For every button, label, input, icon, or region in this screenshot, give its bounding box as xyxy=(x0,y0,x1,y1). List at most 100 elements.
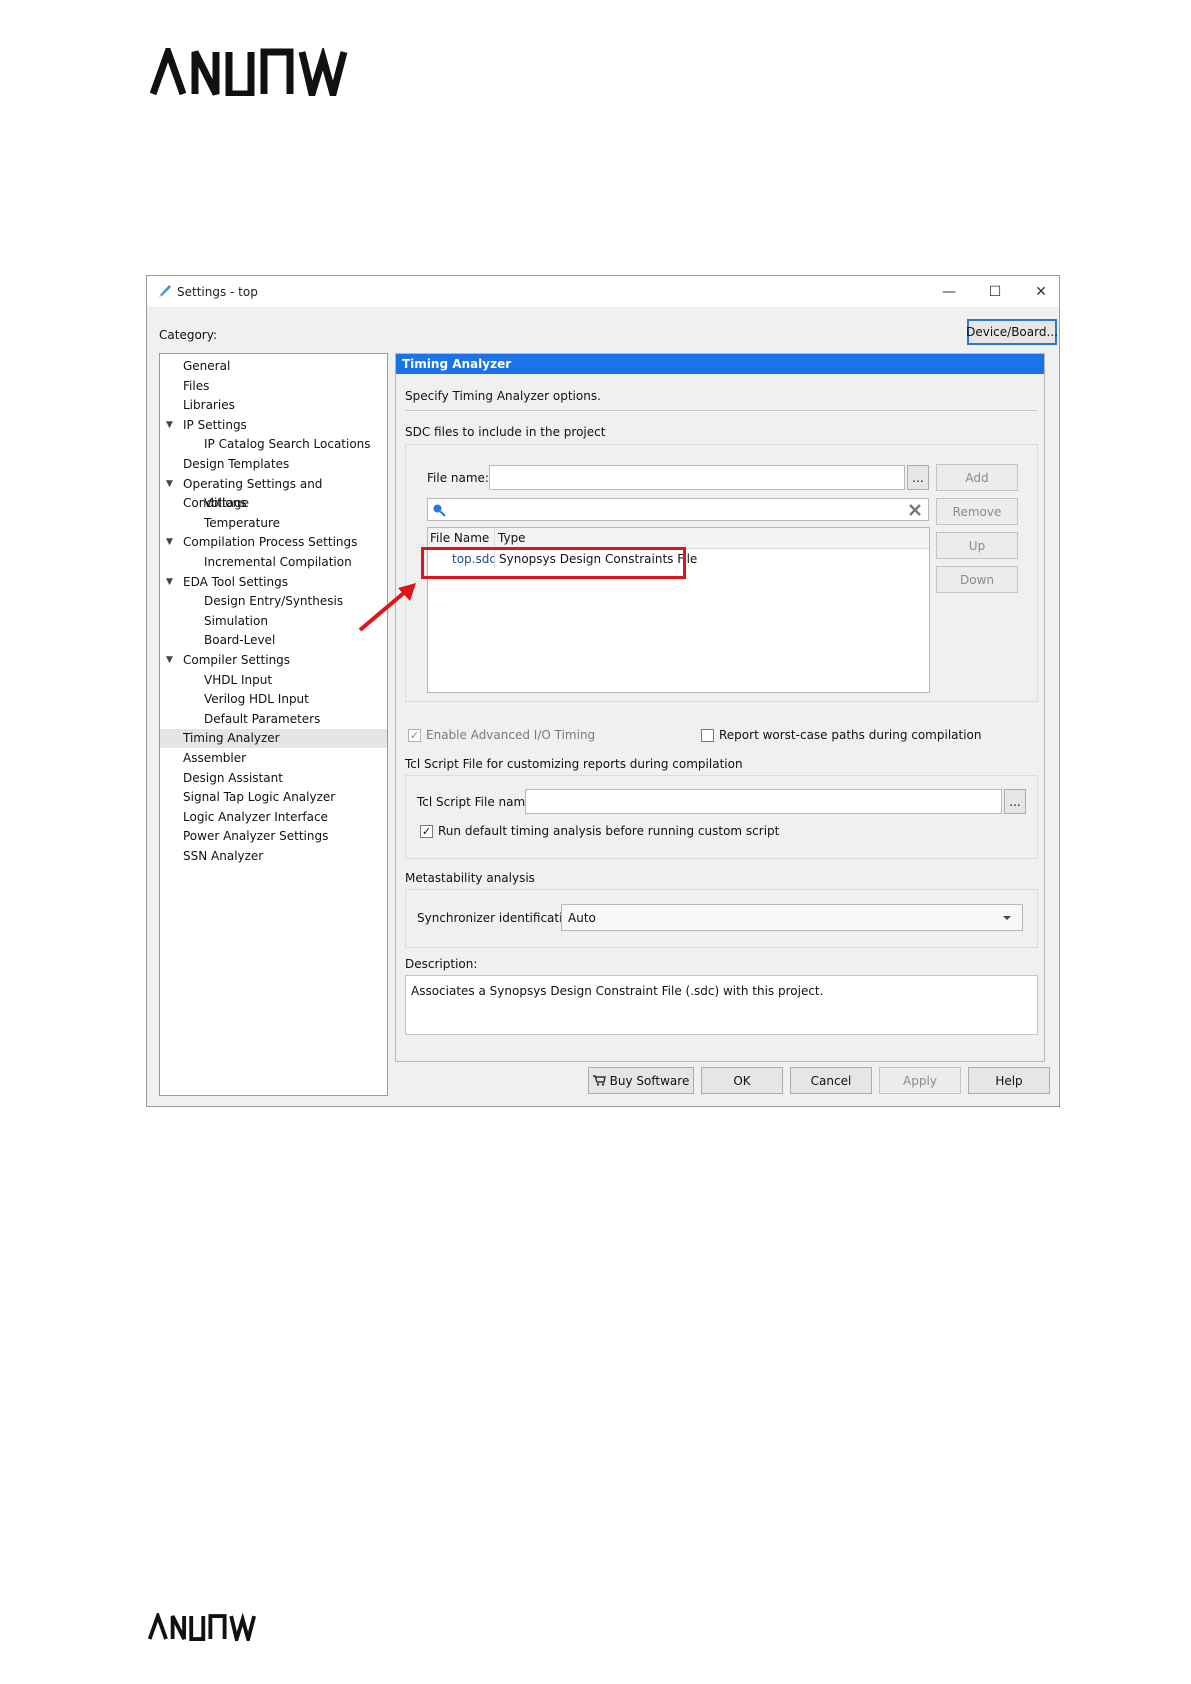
tree-item[interactable]: Simulation xyxy=(160,612,387,631)
tree-item[interactable]: Logic Analyzer Interface xyxy=(160,808,387,827)
file-search-input[interactable] xyxy=(427,498,929,521)
file-name-label: File name: xyxy=(427,471,489,485)
file-browse-button[interactable]: ... xyxy=(907,465,929,490)
column-file-name[interactable]: File Name xyxy=(430,531,489,545)
tree-item-label: Verilog HDL Input xyxy=(204,692,309,707)
tree-item[interactable]: IP Catalog Search Locations xyxy=(160,435,387,454)
minimize-button[interactable]: — xyxy=(929,280,969,304)
category-label: Category: xyxy=(159,328,217,342)
tree-item[interactable]: ▼ EDA Tool Settings xyxy=(160,573,387,592)
category-tree: General Files Libraries ▼ IP Settings IP Cata… xyxy=(159,353,388,1096)
close-button[interactable]: ✕ xyxy=(1021,280,1061,304)
description-text: Associates a Synopsys Design Constraint … xyxy=(411,984,824,998)
device-board-button[interactable]: Device/Board... xyxy=(966,319,1058,345)
title-bar: Settings - top — ☐ ✕ xyxy=(147,276,1059,307)
sdc-group-label: SDC files to include in the project xyxy=(405,425,606,439)
tree-item[interactable]: Incremental Compilation xyxy=(160,553,387,572)
apply-button[interactable]: Apply xyxy=(879,1067,961,1094)
sync-select[interactable]: Auto xyxy=(561,904,1023,931)
cancel-button[interactable]: Cancel xyxy=(790,1067,872,1094)
expand-caret-icon[interactable]: ▼ xyxy=(166,475,173,494)
remove-button[interactable]: Remove xyxy=(936,498,1018,525)
tree-item[interactable]: Assembler xyxy=(160,749,387,768)
tree-item[interactable]: Power Analyzer Settings xyxy=(160,827,387,846)
tree-item[interactable]: Voltage xyxy=(160,494,387,513)
tree-item[interactable]: Default Parameters xyxy=(160,710,387,729)
tree-item-label: Simulation xyxy=(204,613,268,628)
tree-item-label: Design Assistant xyxy=(183,770,283,785)
tree-item-label: Design Templates xyxy=(183,457,290,471)
tree-item[interactable]: Design Assistant xyxy=(160,769,387,788)
intro-text: Specify Timing Analyzer options. xyxy=(405,389,601,403)
tree-item-label: SSN Analyzer xyxy=(183,849,264,863)
tree-item-label: Compilation Process Settings xyxy=(183,535,358,550)
search-icon xyxy=(433,504,446,517)
tree-item-label: Libraries xyxy=(183,398,235,413)
tree-item[interactable]: Design Entry/Synthesis xyxy=(160,592,387,611)
tree-item-label: Incremental Compilation xyxy=(204,555,352,569)
table-header: File Name Type xyxy=(428,528,929,549)
column-type[interactable]: Type xyxy=(498,531,526,545)
tree-item[interactable]: Files xyxy=(160,377,387,396)
tree-item-label: Power Analyzer Settings xyxy=(183,829,329,844)
sync-value: Auto xyxy=(568,911,596,925)
add-button[interactable]: Add xyxy=(936,464,1018,491)
expand-caret-icon[interactable]: ▼ xyxy=(166,533,173,552)
help-button[interactable]: Help xyxy=(968,1067,1050,1094)
tree-item-label: Board-Level xyxy=(204,633,276,648)
run-default-label: Run default timing analysis before runni… xyxy=(438,824,780,838)
report-worst-case-checkbox[interactable] xyxy=(701,729,714,742)
arrow-logo-bottom xyxy=(148,1613,257,1641)
tree-item[interactable]: ▼ Operating Settings and Conditions xyxy=(160,475,387,510)
cart-icon xyxy=(592,1075,606,1086)
clear-search-icon[interactable] xyxy=(908,503,922,517)
tree-item[interactable]: VHDL Input xyxy=(160,671,387,690)
expand-caret-icon[interactable]: ▼ xyxy=(166,651,173,670)
file-name-input[interactable] xyxy=(489,465,905,490)
expand-caret-icon[interactable]: ▼ xyxy=(166,573,173,592)
description-label: Description: xyxy=(405,957,478,971)
down-button[interactable]: Down xyxy=(936,566,1018,593)
tree-item[interactable]: ▼ IP Settings xyxy=(160,416,387,435)
description-box: Associates a Synopsys Design Constraint … xyxy=(405,975,1038,1035)
tree-item[interactable]: Board-Level xyxy=(160,631,387,650)
settings-window: Settings - top — ☐ ✕ Category: Device/Bo… xyxy=(146,275,1060,1107)
panel-header: Timing Analyzer xyxy=(396,354,1044,374)
tree-item[interactable]: ▼ Compiler Settings xyxy=(160,651,387,670)
enable-adv-io-checkbox[interactable]: ✓ xyxy=(408,729,421,742)
run-default-checkbox[interactable]: ✓ xyxy=(420,825,433,838)
ok-button[interactable]: OK xyxy=(701,1067,783,1094)
tcl-browse-button[interactable]: ... xyxy=(1004,789,1026,814)
tcl-file-input[interactable] xyxy=(525,789,1002,814)
tree-item-label: Assembler xyxy=(183,751,247,765)
tree-item[interactable]: Temperature xyxy=(160,514,387,533)
timing-analyzer-panel: Timing Analyzer Specify Timing Analyzer … xyxy=(395,353,1045,1062)
tcl-group-label: Tcl Script File for customizing reports … xyxy=(405,757,743,771)
tree-item-label: EDA Tool Settings xyxy=(183,574,288,589)
tree-item-label: Logic Analyzer Interface xyxy=(183,809,328,824)
arrow-logo-top xyxy=(150,48,348,96)
buy-software-button[interactable]: Buy Software xyxy=(588,1067,694,1094)
tree-item[interactable]: Verilog HDL Input xyxy=(160,690,387,709)
tree-item-label: Files xyxy=(183,378,210,393)
tree-item-label: Temperature xyxy=(204,515,281,530)
tree-item[interactable]: SSN Analyzer xyxy=(160,847,387,866)
up-button[interactable]: Up xyxy=(936,532,1018,559)
tree-item-label: Design Entry/Synthesis xyxy=(204,594,344,609)
tree-item-label: Compiler Settings xyxy=(183,653,291,667)
tree-item-label: Voltage xyxy=(204,496,250,511)
chevron-down-icon xyxy=(1003,916,1011,920)
tree-item[interactable]: Signal Tap Logic Analyzer xyxy=(160,788,387,807)
tree-item-label: VHDL Input xyxy=(204,672,273,687)
maximize-button[interactable]: ☐ xyxy=(975,280,1015,304)
tree-item[interactable]: ▼ Compilation Process Settings xyxy=(160,533,387,552)
tree-item-label: Default Parameters xyxy=(204,711,321,726)
tree-item-label: Timing Analyzer xyxy=(183,731,280,746)
expand-caret-icon[interactable]: ▼ xyxy=(166,416,173,435)
tree-item[interactable]: Timing Analyzer xyxy=(160,729,387,749)
tree-item[interactable]: General xyxy=(160,357,387,376)
sync-label: Synchronizer identification: xyxy=(417,911,582,925)
tree-item[interactable]: Design Templates xyxy=(160,455,387,474)
enable-adv-io-label: Enable Advanced I/O Timing xyxy=(426,728,596,742)
tree-item[interactable]: Libraries xyxy=(160,396,387,415)
